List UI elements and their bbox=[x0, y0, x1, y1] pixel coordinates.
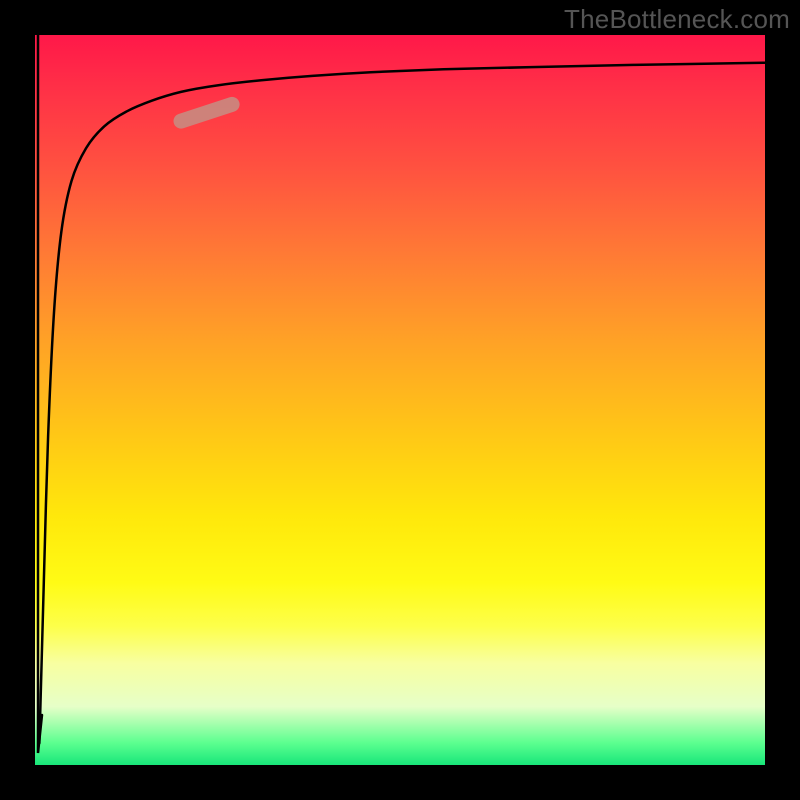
highlight-marker bbox=[181, 104, 232, 121]
chart-overlay bbox=[35, 35, 765, 765]
bottleneck-curve bbox=[39, 63, 765, 743]
watermark-text: TheBottleneck.com bbox=[564, 4, 790, 35]
